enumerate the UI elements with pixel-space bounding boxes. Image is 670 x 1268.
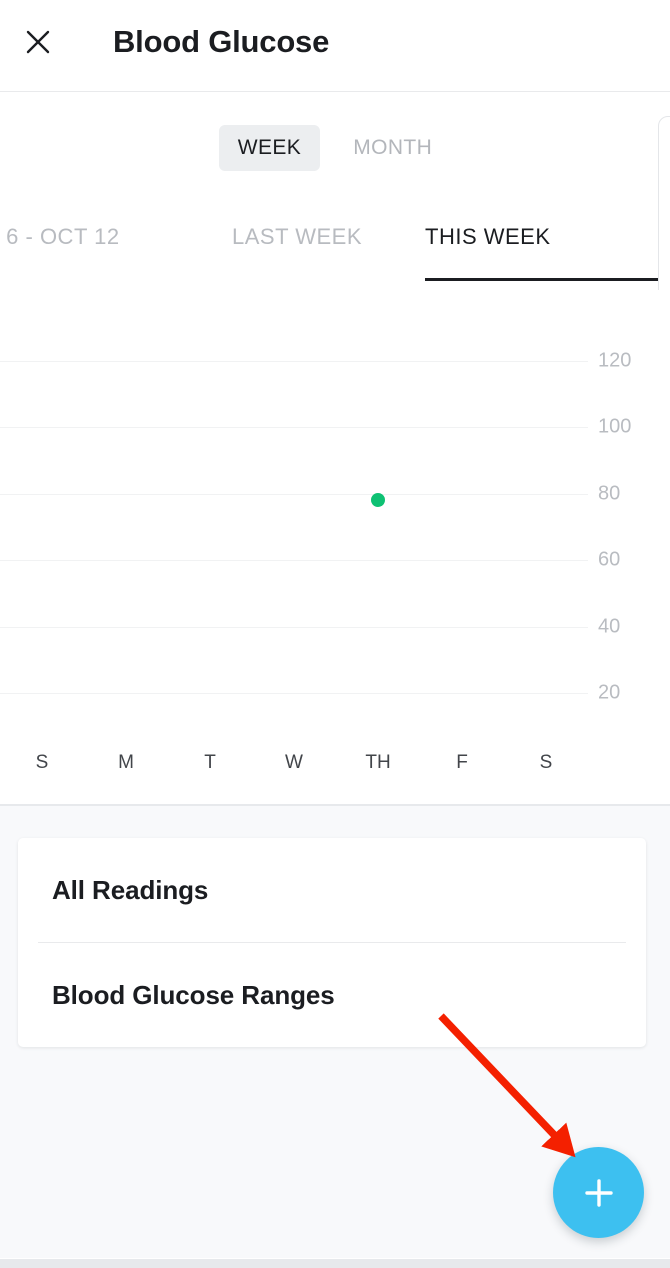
y-axis-label: 80 bbox=[598, 482, 621, 505]
bottom-strip bbox=[0, 1259, 670, 1268]
chart-gridline bbox=[0, 360, 588, 362]
add-reading-fab[interactable] bbox=[553, 1147, 644, 1238]
tab-date-range[interactable]: T 6 - OCT 12 bbox=[0, 206, 120, 284]
blood-glucose-screen: Blood Glucose WEEK MONTH T 6 - OCT 12 LA… bbox=[0, 0, 670, 1268]
x-axis-label: S bbox=[539, 752, 553, 773]
y-axis-label: 120 bbox=[598, 349, 632, 372]
chart-gridline bbox=[0, 560, 588, 562]
app-header: Blood Glucose bbox=[0, 0, 670, 92]
x-axis-label: F bbox=[456, 752, 468, 773]
week-navigation-tabs: T 6 - OCT 12 LAST WEEK THIS WEEK bbox=[0, 206, 670, 284]
close-button[interactable] bbox=[14, 18, 62, 66]
y-axis-label: 20 bbox=[598, 681, 621, 704]
range-toggle-week[interactable]: WEEK bbox=[218, 125, 321, 171]
x-axis-label: TH bbox=[365, 752, 391, 773]
chart-gridline bbox=[0, 427, 588, 429]
chart-gridline bbox=[0, 693, 588, 695]
close-icon bbox=[25, 29, 51, 55]
x-axis-label: M bbox=[118, 752, 134, 773]
tab-last-week[interactable]: LAST WEEK bbox=[232, 206, 362, 284]
plus-icon bbox=[582, 1176, 616, 1210]
x-axis-label: T bbox=[204, 752, 216, 773]
y-axis-label: 40 bbox=[598, 615, 621, 638]
range-toggle: WEEK MONTH bbox=[0, 112, 670, 184]
x-axis-label: S bbox=[35, 752, 49, 773]
page-title: Blood Glucose bbox=[113, 24, 330, 59]
y-axis-label: 60 bbox=[598, 548, 621, 571]
chart-data-point[interactable] bbox=[371, 493, 385, 508]
tab-this-week[interactable]: THIS WEEK bbox=[425, 206, 551, 284]
list-item-all-readings[interactable]: All Readings bbox=[18, 838, 646, 942]
chart-x-axis: S M T W TH F S bbox=[0, 738, 588, 786]
chart-gridline bbox=[0, 626, 588, 628]
blood-glucose-chart: 120 100 80 60 40 20 S M T W TH F S bbox=[0, 290, 670, 805]
x-axis-label: W bbox=[285, 752, 303, 773]
active-tab-indicator bbox=[425, 278, 670, 281]
list-item-blood-glucose-ranges[interactable]: Blood Glucose Ranges bbox=[18, 943, 646, 1047]
range-toggle-month[interactable]: MONTH bbox=[334, 125, 451, 171]
chart-gridline bbox=[0, 493, 588, 495]
y-axis-label: 100 bbox=[598, 415, 632, 438]
options-card: All Readings Blood Glucose Ranges bbox=[18, 838, 646, 1047]
